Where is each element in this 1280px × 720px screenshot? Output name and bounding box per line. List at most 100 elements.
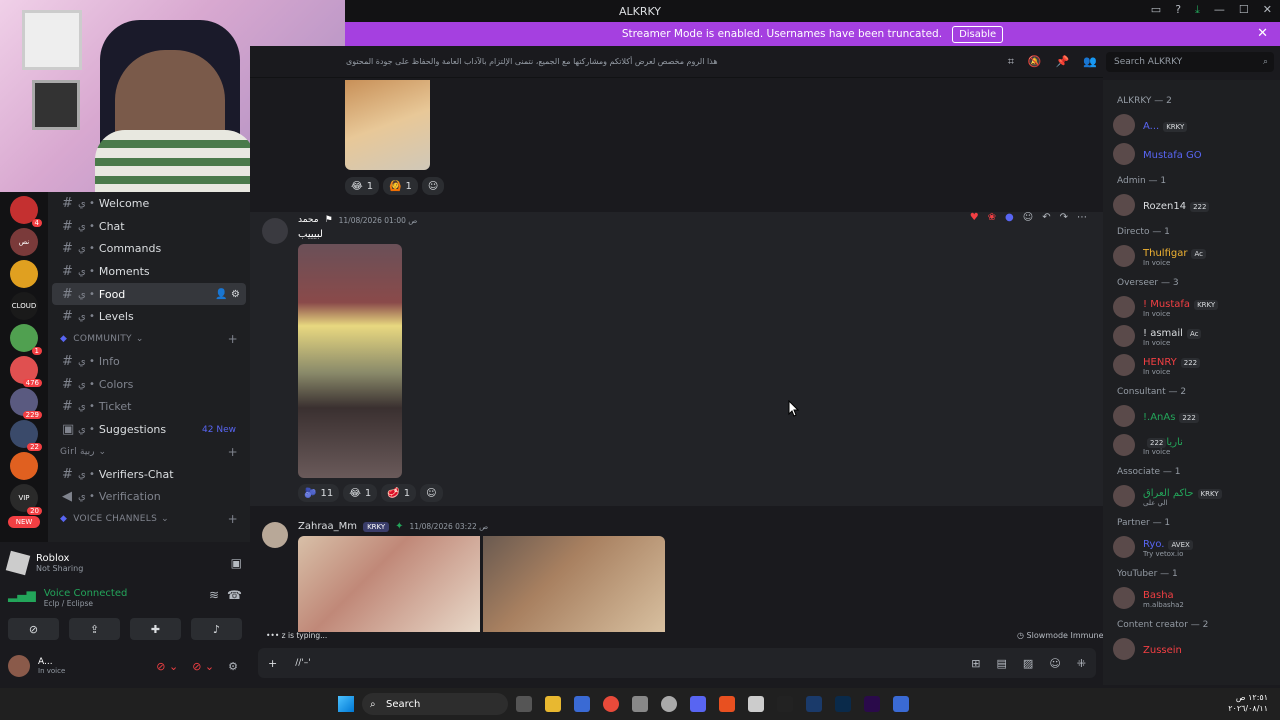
help-icon[interactable]: ? <box>1175 3 1181 17</box>
inbox-icon[interactable]: ▭ <box>1151 3 1161 17</box>
channel-suggestions[interactable]: ▣ ي • Suggestions 42 New <box>52 418 246 441</box>
reaction[interactable]: 🥩 1 <box>381 484 417 502</box>
avatar[interactable] <box>262 522 288 548</box>
channel-colors[interactable]: # ي • Colors <box>52 373 246 396</box>
steam-icon[interactable] <box>661 696 677 712</box>
server-icon[interactable]: 22 <box>10 420 42 451</box>
apps-icon[interactable]: ⁜ <box>1077 657 1086 670</box>
member-item[interactable]: Rozen14 222 <box>1103 192 1280 217</box>
add-reaction-icon[interactable]: ☺ <box>1023 212 1033 223</box>
reaction[interactable]: 😂 1 <box>343 484 378 502</box>
channel-welcome[interactable]: # ي • Welcome <box>52 192 246 215</box>
food-image[interactable] <box>345 80 430 170</box>
member-item[interactable]: Zussein <box>1103 636 1280 661</box>
author-name[interactable]: Zahraa_Mm <box>298 521 357 532</box>
author-name[interactable]: محمد <box>298 215 319 225</box>
reaction[interactable]: 🙆 1 <box>383 177 418 195</box>
noise-suppression-icon[interactable]: ≋ <box>209 588 219 602</box>
clock[interactable]: ١٢:٥١ ص ٢٠٢٦/٠٨/١١ <box>1228 692 1268 714</box>
channel-verification[interactable]: ◀ ي • Verification <box>52 486 246 509</box>
share-screen-icon[interactable]: ▣ <box>231 556 242 570</box>
taskbar-search[interactable]: ⌕ Search <box>362 693 508 715</box>
server-icon[interactable]: VIP 20 <box>10 484 42 515</box>
server-icon[interactable]: 229 <box>10 388 42 419</box>
app-icon[interactable] <box>632 696 648 712</box>
mic-muted-icon[interactable]: ⊘ ⌄ <box>156 660 178 673</box>
channel-verifiers-chat[interactable]: # ي • Verifiers-Chat <box>52 463 246 486</box>
composer-input[interactable]: //'–' <box>295 658 311 668</box>
capcut-icon[interactable] <box>777 696 793 712</box>
disconnect-icon[interactable]: ☎ <box>227 588 242 602</box>
new-badge[interactable]: NEW <box>8 516 40 528</box>
member-item[interactable]: حاكم العراق KRKY الي على <box>1103 483 1280 508</box>
member-item[interactable]: Basha m.albasha2 <box>1103 585 1280 610</box>
category-community[interactable]: ◆ COMMUNITY ⌄ + <box>48 328 250 350</box>
pin-icon[interactable]: 📌 <box>1056 55 1070 69</box>
channel-commands[interactable]: # ي • Commands <box>52 237 246 260</box>
search-input[interactable]: Search ALKRKY ⌕ <box>1106 52 1274 72</box>
invite-icon[interactable]: 👤 <box>215 289 227 300</box>
reply-icon[interactable]: ↶ <box>1042 212 1050 223</box>
photoshop-icon[interactable] <box>835 696 851 712</box>
plus-icon[interactable]: + <box>268 657 277 670</box>
reaction[interactable]: 😂 1 <box>345 177 380 195</box>
server-icon[interactable]: 476 <box>10 356 42 387</box>
plus-icon[interactable]: + <box>228 332 238 346</box>
reaction[interactable]: 🫐 11 <box>298 484 340 502</box>
category-voice-channels[interactable]: ◆ VOICE CHANNELS ⌄ + <box>48 508 250 530</box>
deafen-icon[interactable]: ⊘ ⌄ <box>192 660 214 673</box>
member-item[interactable]: ! Mustafa KRKY In voice <box>1103 294 1280 319</box>
discord-icon[interactable] <box>690 696 706 712</box>
member-item[interactable]: !.AnAs 222 <box>1103 403 1280 428</box>
avatar[interactable] <box>8 655 30 677</box>
forward-icon[interactable]: ↷ <box>1060 212 1068 223</box>
close-button[interactable]: ✕ <box>1263 3 1272 17</box>
member-item[interactable]: Ryo. AVEX Try vetox.io <box>1103 534 1280 559</box>
app-icon[interactable] <box>893 696 909 712</box>
server-icon[interactable] <box>10 260 38 288</box>
blueberry-icon[interactable]: ● <box>1005 212 1014 223</box>
close-icon[interactable]: ✕ <box>1257 26 1268 41</box>
gear-icon[interactable]: ⚙ <box>228 660 238 673</box>
windows-start-icon[interactable] <box>338 696 354 712</box>
category-girl[interactable]: Girl ربية ⌄ + <box>48 441 250 463</box>
task-view-icon[interactable] <box>516 696 532 712</box>
member-item[interactable]: Thulfigar Ac In voice <box>1103 243 1280 268</box>
chrome-icon[interactable] <box>603 696 619 712</box>
message-composer[interactable]: + //'–' ⊞ ▤ ▨ ☺ ⁜ <box>258 648 1096 678</box>
more-icon[interactable]: ⋯ <box>1077 212 1087 223</box>
disable-button[interactable]: Disable <box>952 25 1004 43</box>
gear-icon[interactable]: ⚙ <box>231 289 240 300</box>
soundboard-button[interactable]: ♪ <box>191 618 242 640</box>
member-item[interactable]: ناريا222 In voice <box>1103 432 1280 457</box>
maximize-button[interactable]: ☐ <box>1239 3 1249 17</box>
camera-off-button[interactable]: ⊘ <box>8 618 59 640</box>
brave-icon[interactable] <box>719 696 735 712</box>
emoji-icon[interactable]: ☺ <box>1049 657 1060 670</box>
channel-ticket[interactable]: # ي • Ticket <box>52 396 246 419</box>
activities-button[interactable]: ✚ <box>130 618 181 640</box>
notification-icon[interactable]: 🔕 <box>1028 55 1042 69</box>
avatar[interactable] <box>262 218 288 244</box>
cake-image[interactable] <box>483 536 665 632</box>
plus-icon[interactable]: + <box>228 445 238 459</box>
channel-moments[interactable]: # ي • Moments <box>52 260 246 283</box>
heart-icon[interactable]: ♥ <box>970 212 979 223</box>
add-reaction-button[interactable]: ☺ <box>420 484 443 502</box>
premiere-icon[interactable] <box>864 696 880 712</box>
download-icon[interactable]: ⤓ <box>1195 3 1200 17</box>
member-item[interactable]: Mustafa GO <box>1103 141 1280 166</box>
file-explorer-icon[interactable] <box>545 696 561 712</box>
member-item[interactable]: ! asmail Ac In voice <box>1103 323 1280 348</box>
food-image[interactable] <box>298 244 402 478</box>
server-icon[interactable]: نص <box>10 228 38 256</box>
screen-share-button[interactable]: ⇪ <box>69 618 120 640</box>
member-item[interactable]: A... KRKY <box>1103 112 1280 137</box>
gif-icon[interactable]: ▤ <box>997 657 1007 670</box>
minimize-button[interactable]: — <box>1214 3 1225 17</box>
voice-status[interactable]: Voice Connected <box>44 588 128 599</box>
server-icon[interactable] <box>10 452 38 480</box>
add-reaction-button[interactable]: ☺ <box>421 177 445 195</box>
dessert-image[interactable] <box>298 536 480 632</box>
gift-icon[interactable]: ⊞ <box>971 657 980 670</box>
